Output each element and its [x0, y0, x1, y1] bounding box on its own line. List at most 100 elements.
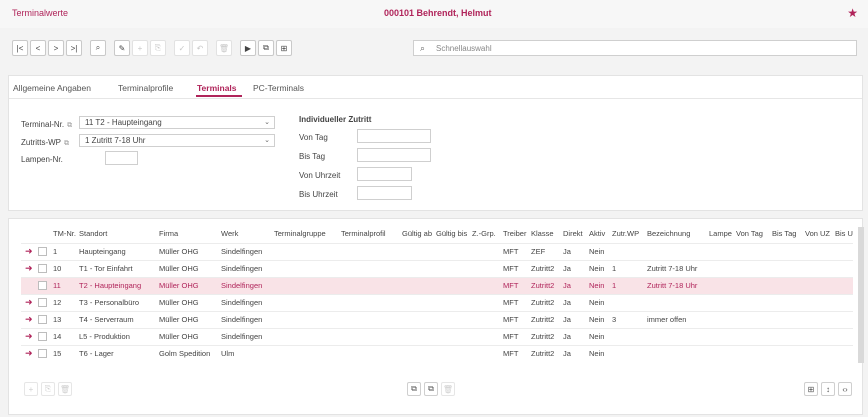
- documents-icon[interactable]: ⧉: [258, 40, 274, 56]
- tab-terminals[interactable]: Terminals: [197, 83, 237, 93]
- col-header-aktiv[interactable]: Aktiv: [589, 229, 605, 238]
- cell-werk: Sindelfingen: [221, 298, 263, 307]
- row-arrow-icon[interactable]: ➜: [25, 348, 33, 359]
- employee-title: 000101 Behrendt, Helmut: [384, 8, 492, 18]
- row-checkbox[interactable]: [38, 264, 47, 273]
- col-header-direkt[interactable]: Direkt: [563, 229, 583, 238]
- trash-icon[interactable]: 🗑: [441, 382, 455, 396]
- open-external-icon[interactable]: ⧉: [67, 122, 72, 129]
- von-tag-input[interactable]: [357, 129, 431, 143]
- col-header-lampe[interactable]: Lampe: [709, 229, 732, 238]
- terminal-nr-label: Terminal-Nr. ⧉: [21, 120, 73, 129]
- cell-tm-nr: 15: [53, 349, 62, 358]
- copy-row-button[interactable]: ⎘: [41, 382, 55, 396]
- next-record-button[interactable]: >: [48, 40, 64, 56]
- search-placeholder: Schnellauswahl: [436, 44, 492, 53]
- row-checkbox[interactable]: [38, 298, 47, 307]
- vertical-scrollbar[interactable]: [858, 227, 864, 363]
- lampen-nr-label: Lampen-Nr.: [21, 155, 63, 164]
- table-row[interactable]: ➜ 10 T1 - Tor Einfahrt Müller OHG Sindelfing…: [21, 260, 853, 277]
- row-arrow-icon[interactable]: ➜: [25, 263, 33, 274]
- sort-button[interactable]: ↕: [821, 382, 835, 396]
- grid-settings-button[interactable]: ⊞: [804, 382, 818, 396]
- von-uhrzeit-input[interactable]: [357, 167, 412, 181]
- col-header-werk[interactable]: Werk: [221, 229, 238, 238]
- cell-aktiv: Nein: [589, 281, 605, 290]
- confirm-icon[interactable]: ✓: [174, 40, 190, 56]
- cell-direkt: Ja: [563, 264, 571, 273]
- row-checkbox[interactable]: [38, 247, 47, 256]
- window-title: Terminalwerte: [12, 8, 69, 18]
- add-icon[interactable]: +: [132, 40, 148, 56]
- terminal-nr-select[interactable]: 11 T2 - Haupteingang ⌄: [79, 116, 275, 129]
- undo-icon[interactable]: ↶: [192, 40, 208, 56]
- table-row[interactable]: ➜ 12 T3 - Personalbüro Müller OHG Sindelfing…: [21, 294, 853, 311]
- bis-tag-input[interactable]: [357, 148, 431, 162]
- col-header-bis-tag[interactable]: Bis Tag: [772, 229, 796, 238]
- tab-pc-terminals[interactable]: PC-Terminals: [253, 83, 304, 93]
- col-header-bezeichnung[interactable]: Bezeichnung: [647, 229, 690, 238]
- tab-terminalprofile[interactable]: Terminalprofile: [118, 83, 173, 93]
- cell-klasse: Zutritt2: [531, 349, 555, 358]
- favorite-star-icon[interactable]: ★: [847, 6, 858, 20]
- col-header-standort[interactable]: Standort: [79, 229, 107, 238]
- cell-treiber: MFT: [503, 264, 519, 273]
- cell-klasse: Zutritt2: [531, 315, 555, 324]
- cell-zutr-wp: 3: [612, 315, 617, 324]
- col-header-von-tag[interactable]: Von Tag: [736, 229, 763, 238]
- delete-row-button[interactable]: 🗑: [58, 382, 72, 396]
- col-header-terminalprofil[interactable]: Terminalprofil: [341, 229, 386, 238]
- col-header-von-uz[interactable]: Von UZ: [805, 229, 830, 238]
- cell-firma: Müller OHG: [159, 298, 199, 307]
- cell-klasse: Zutritt2: [531, 332, 555, 341]
- col-header-zutr-wp[interactable]: Zutr.WP: [612, 229, 639, 238]
- bis-uhrzeit-input[interactable]: [357, 186, 412, 200]
- add-row-button[interactable]: +: [24, 382, 38, 396]
- cell-treiber: MFT: [503, 315, 519, 324]
- copy-icon[interactable]: ⎘: [150, 40, 166, 56]
- cell-werk: Sindelfingen: [221, 315, 263, 324]
- table-row[interactable]: ➜ 1 Haupteingang Müller OHG Sindelfingen MFT Z…: [21, 243, 853, 260]
- quick-search-input[interactable]: ⌕ Schnellauswahl: [413, 40, 857, 56]
- row-arrow-icon[interactable]: ➜: [25, 314, 33, 325]
- tab-bar: Allgemeine Angaben Terminalprofile Termi…: [9, 76, 862, 99]
- col-header-tm-nr[interactable]: TM-Nr.: [53, 229, 76, 238]
- col-header-bis-uz[interactable]: Bis U: [835, 229, 853, 238]
- row-checkbox[interactable]: [38, 281, 47, 290]
- play-icon[interactable]: ▶: [240, 40, 256, 56]
- cell-bezeichnung: Zutritt 7-18 Uhr: [647, 264, 698, 273]
- row-checkbox[interactable]: [38, 349, 47, 358]
- first-record-button[interactable]: |<: [12, 40, 28, 56]
- documents-button-2[interactable]: ⧉: [424, 382, 438, 396]
- documents-button[interactable]: ⧉: [407, 382, 421, 396]
- cell-aktiv: Nein: [589, 247, 605, 256]
- row-arrow-icon[interactable]: ➜: [25, 297, 33, 308]
- table-row[interactable]: ➜ 13 T4 - Serverraum Müller OHG Sindelfingen…: [21, 311, 853, 328]
- table-row[interactable]: 11 T2 - Haupteingang Müller OHG Sindelfinge…: [21, 277, 853, 294]
- row-checkbox[interactable]: [38, 332, 47, 341]
- expand-columns-button[interactable]: ‹›: [838, 382, 852, 396]
- cell-direkt: Ja: [563, 315, 571, 324]
- col-header-klasse[interactable]: Klasse: [531, 229, 554, 238]
- col-header-firma[interactable]: Firma: [159, 229, 178, 238]
- row-checkbox[interactable]: [38, 315, 47, 324]
- table-row[interactable]: ➜ 15 T6 - Lager Golm Spedition Ulm MFT Zutritt…: [21, 345, 853, 362]
- table-row[interactable]: ➜ 14 L5 - Produktion Müller OHG Sindelfingen…: [21, 328, 853, 345]
- last-record-button[interactable]: >|: [66, 40, 82, 56]
- open-external-icon[interactable]: ⧉: [64, 140, 69, 147]
- lampen-nr-input[interactable]: [105, 151, 138, 165]
- zutritts-wp-select[interactable]: 1 Zutritt 7-18 Uhr ⌄: [79, 134, 275, 147]
- col-header-z-grp[interactable]: Z.-Grp.: [472, 229, 496, 238]
- prev-record-button[interactable]: <: [30, 40, 46, 56]
- report-icon[interactable]: ⊞: [276, 40, 292, 56]
- delete-icon[interactable]: 🗑: [216, 40, 232, 56]
- row-arrow-icon[interactable]: ➜: [25, 246, 33, 257]
- search-button[interactable]: ⌕: [90, 40, 106, 56]
- col-header-gueltig-bis[interactable]: Gültig bis: [436, 229, 467, 238]
- col-header-terminalgruppe[interactable]: Terminalgruppe: [274, 229, 326, 238]
- col-header-treiber[interactable]: Treiber: [503, 229, 526, 238]
- row-arrow-icon[interactable]: ➜: [25, 331, 33, 342]
- col-header-gueltig-ab[interactable]: Gültig ab: [402, 229, 432, 238]
- edit-icon[interactable]: ✎: [114, 40, 130, 56]
- tab-allgemeine-angaben[interactable]: Allgemeine Angaben: [13, 83, 91, 93]
